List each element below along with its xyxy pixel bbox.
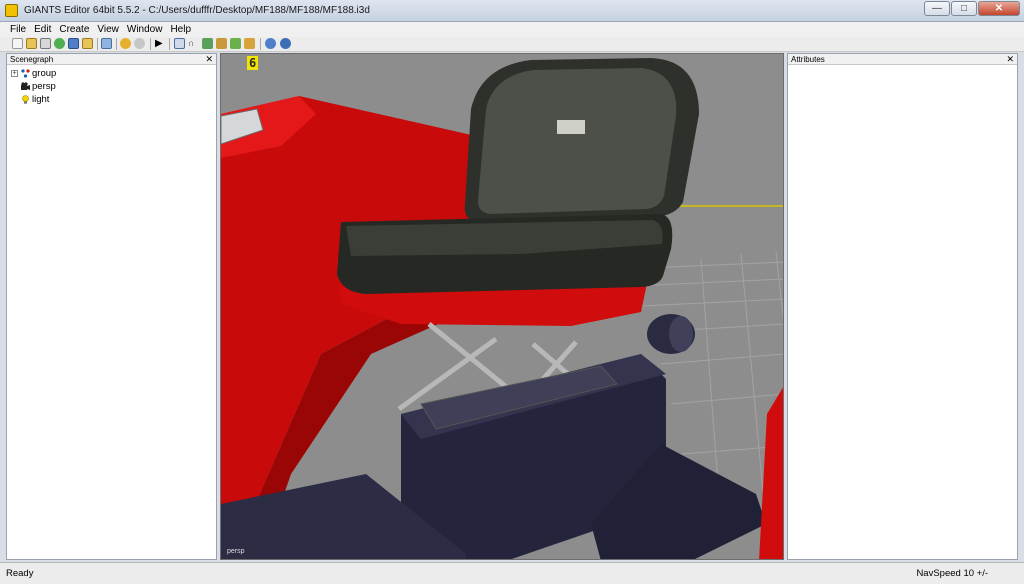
attributes-header: Attributes ✕ xyxy=(788,54,1017,65)
toolbar-separator xyxy=(97,38,98,50)
settings-alt-icon[interactable] xyxy=(280,38,291,49)
toolbar-separator xyxy=(260,38,261,50)
sculpt-icon[interactable] xyxy=(216,38,227,49)
tree-node-label: light xyxy=(32,94,50,105)
app-icon xyxy=(5,4,18,17)
menu-view[interactable]: View xyxy=(93,22,123,37)
camera-node-icon xyxy=(21,82,30,90)
status-text: Ready xyxy=(6,568,34,579)
export-icon[interactable] xyxy=(82,38,93,49)
toolbar: ▶ ∩ xyxy=(0,37,1024,52)
refresh-icon[interactable] xyxy=(54,38,65,49)
status-bar: Ready NavSpeed 10 +/- xyxy=(0,562,1024,584)
paint-terrain-icon[interactable] xyxy=(202,38,213,49)
maximize-button[interactable]: □ xyxy=(951,1,977,16)
scenegraph-panel: Scenegraph ✕ + group persp light xyxy=(6,53,217,560)
seat-backrest-face xyxy=(477,68,677,214)
menu-window[interactable]: Window xyxy=(123,22,167,37)
cylinder-end xyxy=(669,316,693,352)
window-title: GIANTS Editor 64bit 5.5.2 - C:/Users/duf… xyxy=(24,5,370,16)
open-file-icon[interactable] xyxy=(26,38,37,49)
paint-icon[interactable] xyxy=(244,38,255,49)
menu-bar: File Edit Create View Window Help xyxy=(0,22,1024,37)
tree-node-light[interactable]: light xyxy=(7,93,207,106)
toolbar-separator xyxy=(169,38,170,50)
attributes-title: Attributes xyxy=(791,55,825,64)
foliage-icon[interactable] xyxy=(230,38,241,49)
save-as-icon[interactable] xyxy=(68,38,79,49)
new-file-icon[interactable] xyxy=(12,38,23,49)
save-icon[interactable] xyxy=(40,38,51,49)
attributes-panel: Attributes ✕ xyxy=(787,53,1018,560)
menu-help[interactable]: Help xyxy=(166,22,195,37)
3d-viewport[interactable]: 6 persp xyxy=(220,53,784,560)
close-button[interactable]: ✕ xyxy=(978,1,1020,16)
title-bar: GIANTS Editor 64bit 5.5.2 - C:/Users/duf… xyxy=(0,0,1024,22)
play-icon[interactable]: ▶ xyxy=(155,38,166,49)
settings-icon[interactable] xyxy=(265,38,276,49)
scenegraph-title: Scenegraph xyxy=(10,55,54,64)
scene-render xyxy=(221,58,783,559)
redo-icon[interactable] xyxy=(134,38,145,49)
viewport-counter: 6 xyxy=(247,56,259,70)
undo-icon[interactable] xyxy=(120,38,131,49)
camera-label: persp xyxy=(227,548,245,555)
scenegraph-header: Scenegraph ✕ xyxy=(7,54,216,65)
tree-node-persp[interactable]: persp xyxy=(7,80,207,93)
minimize-button[interactable]: — xyxy=(924,1,950,16)
attributes-close-icon[interactable]: ✕ xyxy=(1006,54,1014,65)
red-fender-right xyxy=(759,387,783,559)
import-icon[interactable] xyxy=(101,38,112,49)
light-node-icon xyxy=(22,95,29,104)
group-node-icon xyxy=(21,69,30,78)
tree-node-group[interactable]: + group xyxy=(7,67,207,80)
tree-node-label: group xyxy=(32,68,57,79)
expand-icon[interactable]: + xyxy=(11,70,18,77)
seat-logo-badge xyxy=(557,120,585,134)
move-tool-icon[interactable]: ∩ xyxy=(188,38,199,49)
tree-node-label: persp xyxy=(32,81,56,92)
toolbar-separator xyxy=(116,38,117,50)
menu-file[interactable]: File xyxy=(6,22,30,37)
menu-create[interactable]: Create xyxy=(55,22,93,37)
scenegraph-close-icon[interactable]: ✕ xyxy=(205,54,213,65)
toolbar-separator xyxy=(150,38,151,50)
nav-speed-text: NavSpeed 10 +/- xyxy=(916,568,988,579)
select-tool-icon[interactable] xyxy=(174,38,185,49)
menu-edit[interactable]: Edit xyxy=(30,22,55,37)
